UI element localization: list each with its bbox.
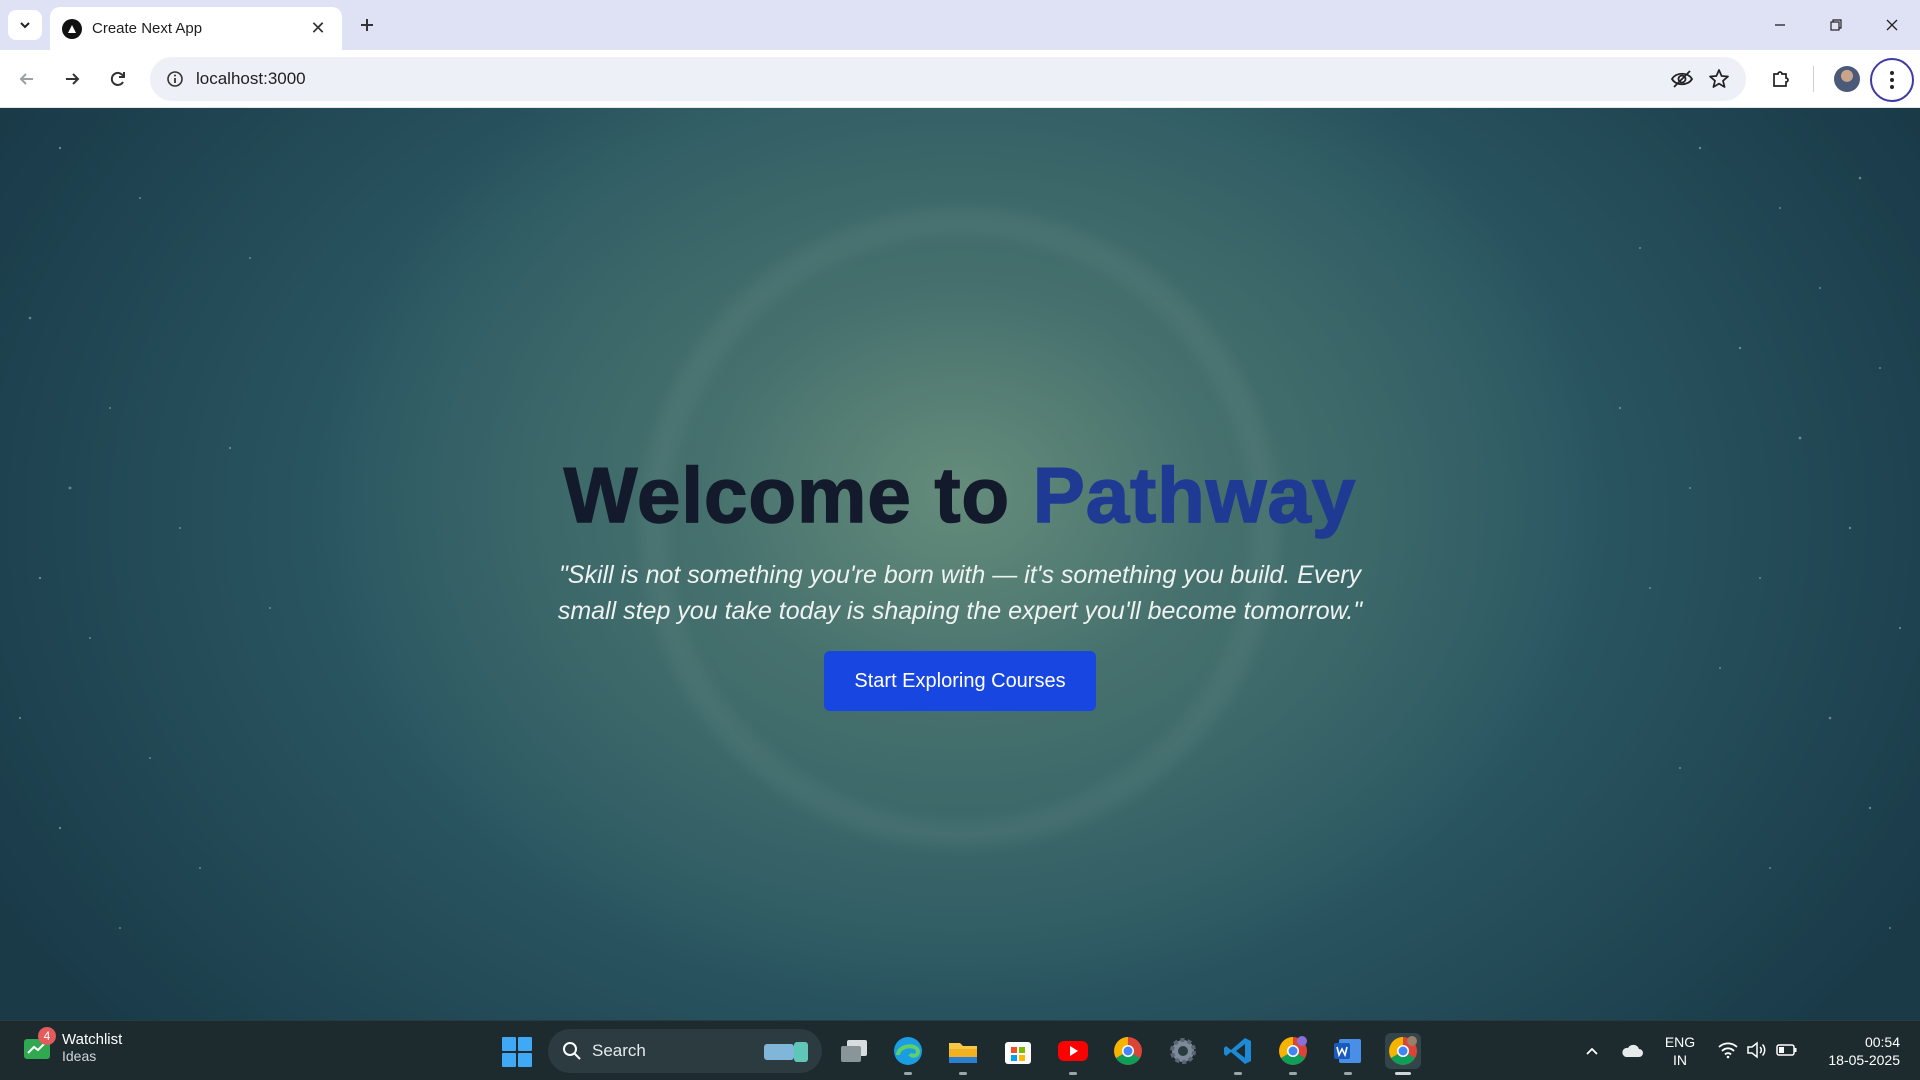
extensions-button[interactable] (1766, 64, 1796, 94)
close-icon (1886, 19, 1898, 31)
more-vertical-icon (1890, 71, 1894, 89)
hero-quote-line-2: small step you take today is shaping the… (557, 597, 1363, 625)
settings-icon[interactable] (1165, 1033, 1201, 1069)
close-window-button[interactable] (1864, 0, 1920, 50)
browser-menu-button[interactable] (1870, 58, 1914, 102)
task-view-icon[interactable] (836, 1033, 872, 1069)
hero-title-brand: Pathway (1032, 450, 1357, 540)
browser-tab[interactable]: Create Next App ✕ (50, 7, 342, 50)
word-icon[interactable] (1330, 1033, 1366, 1075)
arrow-right-icon (66, 73, 80, 85)
onedrive-cloud-icon[interactable] (1620, 1041, 1644, 1059)
back-button[interactable] (12, 64, 42, 94)
restore-button[interactable] (1808, 0, 1864, 50)
forward-button[interactable] (57, 64, 87, 94)
stock-chart-icon: 4 (22, 1026, 56, 1063)
address-bar[interactable]: localhost:3000 (150, 57, 1746, 101)
language-indicator[interactable]: ENG IN (1660, 1033, 1700, 1069)
search-icon (563, 1042, 581, 1060)
wifi-icon[interactable] (1718, 1041, 1738, 1059)
travel-bag-icon (764, 1042, 808, 1062)
tab-search-button[interactable] (8, 10, 42, 40)
hero-title-prefix: Welcome to (563, 450, 1033, 540)
battery-icon[interactable] (1776, 1043, 1798, 1057)
language-code: ENG (1664, 1034, 1696, 1050)
toolbar-divider (1813, 66, 1814, 92)
chevron-down-icon (20, 22, 30, 29)
tab-close-icon[interactable]: ✕ (306, 18, 330, 39)
hero-quote: "Skill is not something you're born with… (550, 557, 1370, 629)
chrome-active-icon[interactable] (1385, 1033, 1421, 1075)
plus-icon (361, 19, 373, 31)
site-info-icon[interactable] (164, 68, 186, 90)
new-tab-button[interactable] (353, 11, 381, 39)
hero-quote-line-1: "Skill is not something you're born with… (558, 561, 1362, 589)
windows-taskbar: 4 Watchlist Ideas Search ENG IN 00:54 18… (0, 1020, 1920, 1080)
language-region: IN (1673, 1052, 1687, 1068)
puzzle-icon (1773, 71, 1789, 87)
page-background: Welcome to Pathway "Skill is not somethi… (0, 108, 1920, 1020)
chrome-icon[interactable] (1110, 1033, 1146, 1069)
url-text[interactable]: localhost:3000 (196, 69, 1670, 89)
reload-icon (110, 71, 125, 86)
start-exploring-courses-button[interactable]: Start Exploring Courses (824, 651, 1096, 711)
file-explorer-icon[interactable] (945, 1033, 981, 1075)
vscode-icon[interactable] (1220, 1033, 1256, 1075)
taskbar-search[interactable]: Search (548, 1029, 822, 1073)
clock[interactable]: 00:54 18-05-2025 (1810, 1033, 1900, 1069)
restore-icon (1830, 19, 1842, 31)
browser-tab-bar: Create Next App ✕ (0, 0, 1920, 50)
chrome-profile-icon[interactable] (1275, 1033, 1311, 1075)
clock-date: 18-05-2025 (1828, 1052, 1900, 1068)
bookmark-star-icon[interactable] (1708, 68, 1730, 90)
browser-toolbar: localhost:3000 (0, 50, 1920, 108)
clock-time: 00:54 (1864, 1034, 1900, 1050)
widget-title: Watchlist (62, 1031, 123, 1048)
chevron-up-icon[interactable] (1584, 1043, 1600, 1059)
reload-button[interactable] (103, 64, 133, 94)
widget-subtitle: Ideas (62, 1048, 97, 1064)
tab-title: Create Next App (92, 20, 203, 37)
nextjs-favicon-icon (62, 18, 82, 39)
edge-browser-icon[interactable] (890, 1033, 926, 1075)
eye-off-icon[interactable] (1670, 67, 1694, 91)
watchlist-widget[interactable]: 4 Watchlist Ideas (22, 1026, 123, 1064)
profile-avatar[interactable] (1834, 66, 1860, 92)
arrow-left-icon (19, 73, 33, 85)
volume-icon[interactable] (1746, 1041, 1766, 1059)
search-label: Search (592, 1041, 646, 1060)
minimize-icon (1775, 24, 1785, 26)
microsoft-store-icon[interactable] (1000, 1033, 1036, 1069)
widget-badge: 4 (38, 1026, 56, 1045)
hero-title: Welcome to Pathway (0, 450, 1920, 541)
windows-start-icon[interactable] (502, 1037, 532, 1067)
hero-section: Welcome to Pathway "Skill is not somethi… (0, 450, 1920, 711)
youtube-icon[interactable] (1055, 1033, 1091, 1075)
minimize-button[interactable] (1752, 0, 1808, 50)
